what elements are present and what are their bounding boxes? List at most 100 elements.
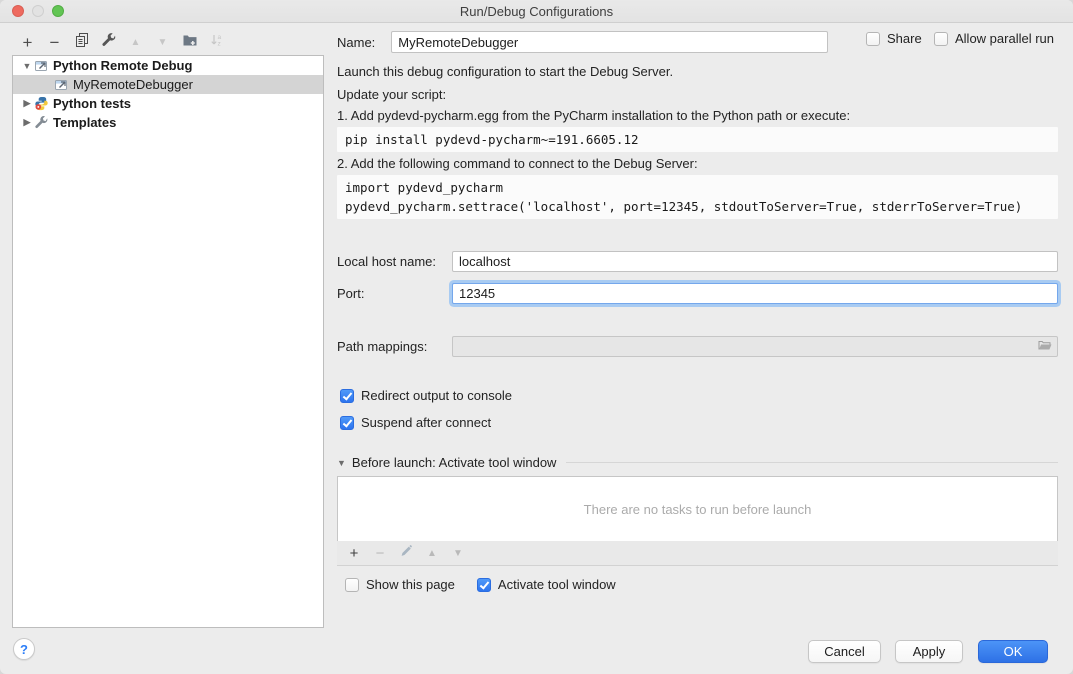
port-label: Port:: [337, 286, 452, 301]
new-folder-icon: [182, 32, 198, 53]
tree-item-label: Python Remote Debug: [53, 58, 192, 73]
arrow-down-icon: ▼: [453, 548, 463, 559]
redirect-output-option: Redirect output to console: [340, 388, 512, 403]
path-mappings-label: Path mappings:: [337, 339, 452, 354]
allow-parallel-run-checkbox[interactable]: [934, 32, 948, 46]
move-down-button: ▼: [149, 31, 176, 53]
apply-button[interactable]: Apply: [895, 640, 963, 663]
configurations-toolbar: + − ▲ ▼ az: [14, 30, 230, 54]
move-up-button: ▲: [122, 31, 149, 53]
move-task-up-button: ▲: [419, 543, 445, 563]
chevron-collapsed-icon[interactable]: ▶: [21, 98, 33, 109]
chevron-expanded-icon[interactable]: ▼: [337, 458, 346, 468]
cancel-button[interactable]: Cancel: [808, 640, 881, 663]
suspend-after-connect-label: Suspend after connect: [361, 415, 491, 430]
cancel-label: Cancel: [824, 644, 864, 659]
tree-item-label: Python tests: [53, 96, 131, 111]
local-host-input[interactable]: [452, 251, 1058, 272]
pencil-icon: [399, 544, 413, 562]
task-list-toolbar: + − ▲ ▼: [337, 541, 1058, 566]
chevron-expanded-icon[interactable]: ▼: [21, 61, 33, 71]
activate-tool-window-checkbox[interactable]: [477, 578, 491, 592]
step2-text: 2. Add the following command to connect …: [337, 156, 698, 171]
copy-icon: [74, 32, 90, 53]
port-input[interactable]: [452, 283, 1058, 304]
share-option: Share: [866, 31, 922, 46]
chevron-collapsed-icon[interactable]: ▶: [21, 117, 33, 128]
add-task-button[interactable]: +: [341, 543, 367, 563]
section-divider: [566, 462, 1058, 463]
share-checkbox[interactable]: [866, 32, 880, 46]
zoom-button[interactable]: [52, 5, 64, 17]
minimize-button: [32, 5, 44, 17]
intro-text: Launch this debug configuration to start…: [337, 64, 673, 79]
wrench-icon: [101, 32, 117, 53]
copy-configuration-button[interactable]: [68, 31, 95, 53]
close-button[interactable]: [12, 5, 24, 17]
arrow-down-icon: ▼: [158, 37, 168, 48]
new-folder-button[interactable]: [176, 31, 203, 53]
minus-icon: −: [376, 545, 385, 562]
activate-tool-window-label: Activate tool window: [498, 577, 616, 592]
path-mappings-row: Path mappings:: [337, 336, 1058, 357]
name-label: Name:: [337, 35, 375, 50]
suspend-after-connect-checkbox[interactable]: [340, 416, 354, 430]
svg-text:z: z: [217, 40, 220, 47]
tree-item-python-tests[interactable]: ▶ Python tests: [13, 94, 323, 113]
plus-icon: +: [350, 545, 359, 562]
remote-debug-config-icon: [53, 77, 69, 93]
templates-wrench-icon: [33, 115, 49, 131]
apply-label: Apply: [913, 644, 946, 659]
plus-icon: +: [23, 34, 33, 51]
tree-item-myremotedebugger[interactable]: MyRemoteDebugger: [13, 75, 323, 94]
settrace-code-block: import pydevd_pycharm pydevd_pycharm.set…: [337, 175, 1058, 219]
add-configuration-button[interactable]: +: [14, 31, 41, 53]
tree-item-label: MyRemoteDebugger: [73, 77, 193, 92]
port-row: Port:: [337, 283, 1058, 304]
before-launch-title: Before launch: Activate tool window: [352, 455, 557, 470]
edit-task-button: [393, 543, 419, 563]
path-mappings-field[interactable]: [452, 336, 1058, 357]
before-launch-header[interactable]: ▼ Before launch: Activate tool window: [337, 455, 1058, 470]
sort-az-icon: az: [209, 32, 225, 53]
tree-item-python-remote-debug[interactable]: ▼ Python Remote Debug: [13, 56, 323, 75]
ok-button[interactable]: OK: [978, 640, 1048, 663]
help-button[interactable]: ?: [13, 638, 35, 660]
update-script-text: Update your script:: [337, 87, 446, 102]
traffic-lights: [12, 5, 64, 17]
remove-task-button: −: [367, 543, 393, 563]
minus-icon: −: [50, 34, 60, 51]
code-line: import pydevd_pycharm: [345, 178, 1050, 197]
ok-label: OK: [1004, 644, 1023, 659]
step1-text: 1. Add pydevd-pycharm.egg from the PyCha…: [337, 108, 850, 123]
local-host-label: Local host name:: [337, 254, 452, 269]
configuration-form: Name: Share Allow parallel run Launch th…: [337, 0, 1058, 674]
allow-parallel-option: Allow parallel run: [934, 31, 1054, 46]
arrow-up-icon: ▲: [131, 37, 141, 48]
code-line: pydevd_pycharm.settrace('localhost', por…: [345, 197, 1050, 216]
pip-install-code-block: pip install pydevd-pycharm~=191.6605.12: [337, 127, 1058, 152]
code-line: pip install pydevd-pycharm~=191.6605.12: [345, 130, 1050, 149]
python-tests-icon: [33, 96, 49, 112]
suspend-after-connect-option: Suspend after connect: [340, 415, 491, 430]
arrow-up-icon: ▲: [427, 548, 437, 559]
tree-item-label: Templates: [53, 115, 116, 130]
move-task-down-button: ▼: [445, 543, 471, 563]
empty-tasks-text: There are no tasks to run before launch: [584, 502, 812, 517]
name-input[interactable]: [391, 31, 828, 53]
redirect-output-checkbox[interactable]: [340, 389, 354, 403]
show-this-page-label: Show this page: [366, 577, 455, 592]
bottom-options-row: Show this page Activate tool window: [345, 577, 616, 592]
show-this-page-checkbox[interactable]: [345, 578, 359, 592]
name-row: Name: Share Allow parallel run: [337, 31, 1058, 53]
allow-parallel-run-label: Allow parallel run: [955, 31, 1054, 46]
run-debug-configurations-dialog: Run/Debug Configurations + − ▲ ▼: [0, 0, 1073, 674]
question-mark-icon: ?: [20, 642, 28, 657]
edit-defaults-button[interactable]: [95, 31, 122, 53]
sort-configurations-button: az: [203, 31, 230, 53]
remove-configuration-button[interactable]: −: [41, 31, 68, 53]
before-launch-task-list[interactable]: There are no tasks to run before launch: [337, 476, 1058, 542]
folder-icon[interactable]: [1037, 337, 1053, 356]
redirect-output-label: Redirect output to console: [361, 388, 512, 403]
tree-item-templates[interactable]: ▶ Templates: [13, 113, 323, 132]
